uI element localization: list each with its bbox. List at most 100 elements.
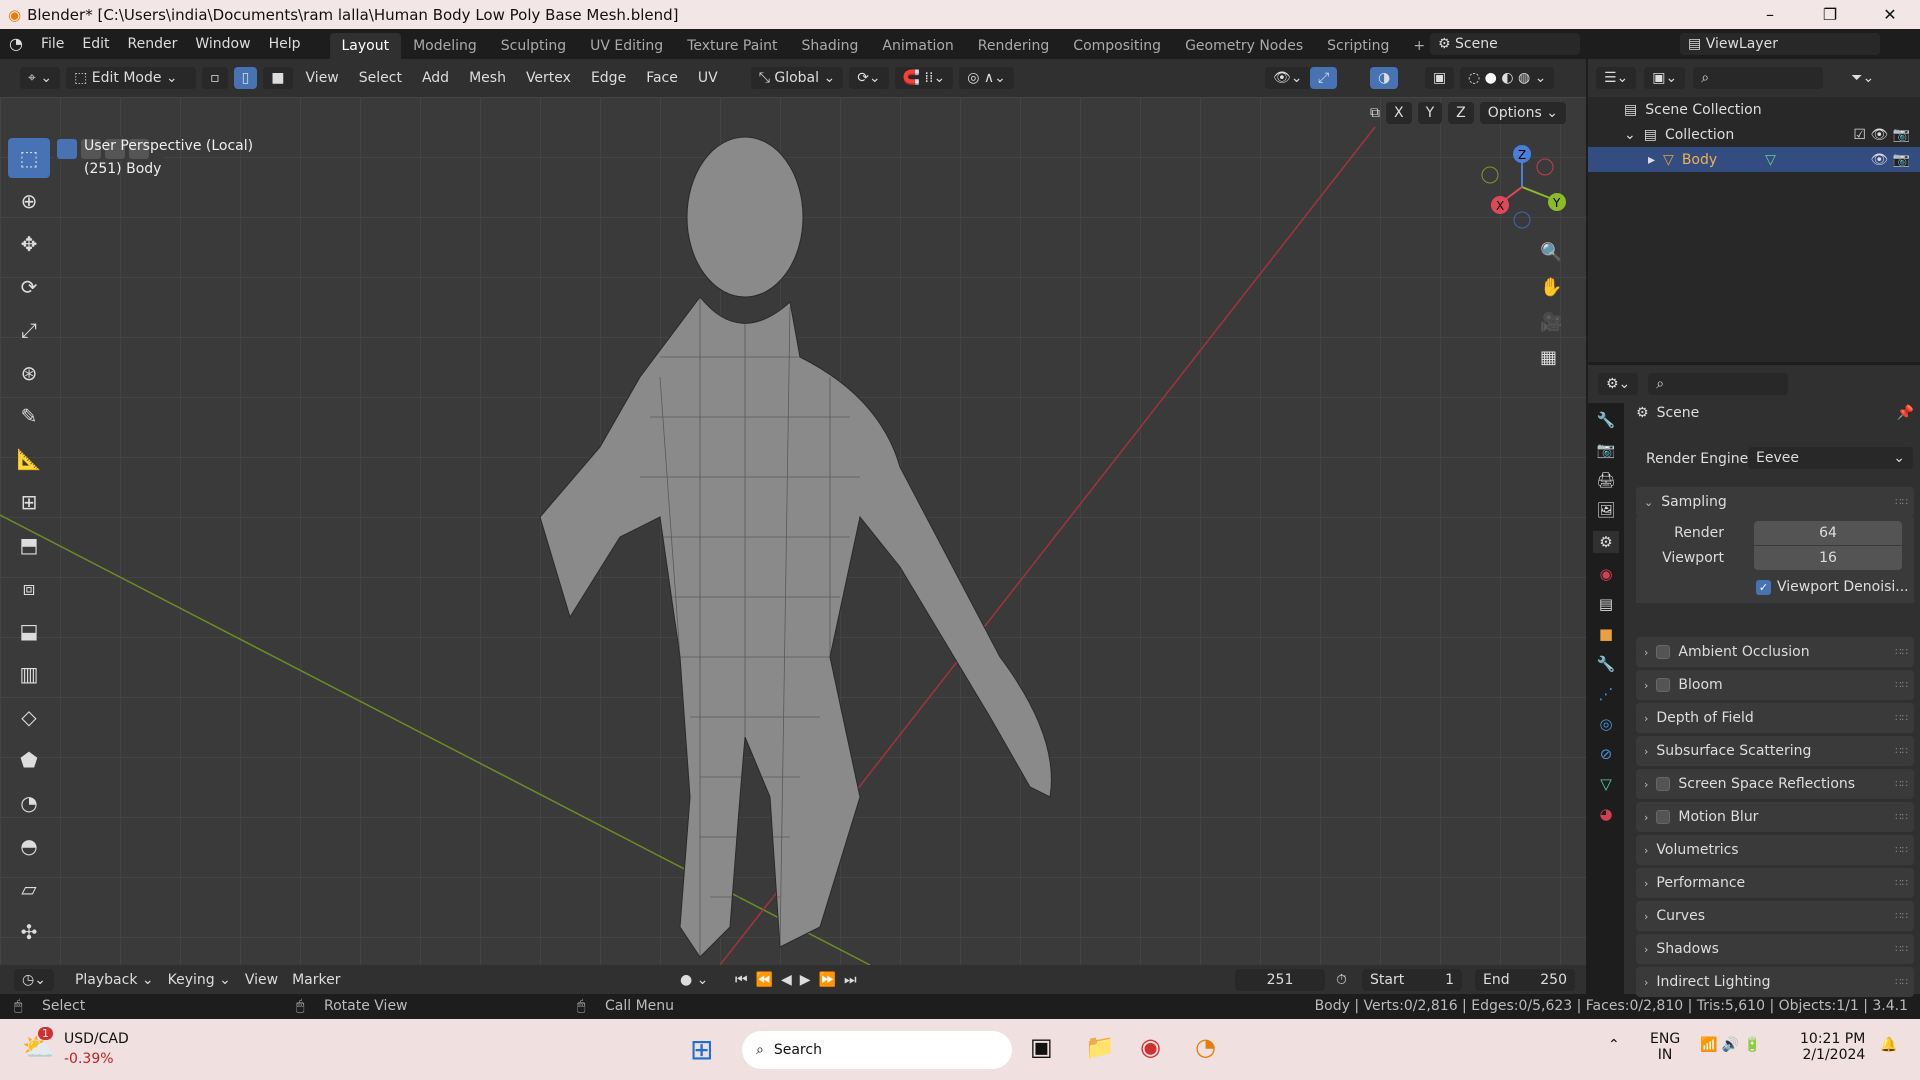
menu-edge[interactable]: Edge — [584, 70, 633, 86]
drag-handle-icon[interactable]: ∷∷ — [1895, 878, 1908, 889]
menu-mesh[interactable]: Mesh — [462, 70, 513, 86]
vertex-select-button[interactable]: ▫ — [202, 67, 228, 89]
xray-toggle[interactable]: ▣ — [1425, 67, 1455, 89]
close-button[interactable]: ✕ — [1860, 0, 1920, 29]
move-tool[interactable]: ✥ — [8, 224, 50, 264]
panel-bloom[interactable]: › Bloom ∷∷ — [1636, 670, 1914, 700]
inset-tool[interactable]: ⧈ — [8, 568, 50, 608]
menu-view[interactable]: View — [299, 70, 346, 86]
notification-icon[interactable]: 🔔 — [1880, 1037, 1897, 1053]
collection-row[interactable]: ⌄ ▤ Collection ☑ 👁 📷 — [1588, 122, 1920, 147]
tray-chevron-icon[interactable]: ⌃ — [1608, 1037, 1620, 1053]
drag-handle-icon[interactable]: ∷∷ — [1895, 911, 1908, 922]
editor-type-button[interactable]: ⌖ ⌄ — [20, 67, 61, 89]
tab-rendering[interactable]: Rendering — [966, 33, 1062, 59]
panel-volumetrics[interactable]: › Volumetrics ∷∷ — [1636, 835, 1914, 865]
render-samples-field[interactable]: 64 — [1754, 521, 1902, 545]
tab-uv-editing[interactable]: UV Editing — [578, 33, 675, 59]
menu-timeline-view[interactable]: View — [238, 972, 285, 988]
minimize-button[interactable]: – — [1740, 0, 1800, 29]
menu-help[interactable]: Help — [260, 29, 310, 59]
drag-handle-icon[interactable]: ∷∷ — [1895, 746, 1908, 757]
shrink-fatten-tool[interactable]: ✣ — [8, 912, 50, 952]
menu-edit[interactable]: Edit — [73, 29, 118, 59]
file-explorer-icon[interactable]: 📁 — [1085, 1033, 1115, 1061]
overlay-toggle[interactable]: ◑ — [1370, 67, 1399, 89]
outliner-editor-type[interactable]: ☰⌄ — [1596, 67, 1637, 89]
drag-handle-icon[interactable]: ∷∷ — [1895, 944, 1908, 955]
menu-vertex[interactable]: Vertex — [519, 70, 578, 86]
extrude-tool[interactable]: ⬒ — [8, 525, 50, 565]
physics-tab-icon[interactable]: ◎ — [1599, 715, 1612, 733]
playback-controls[interactable]: ⏮⏪◀▶⏩⏭ — [735, 972, 865, 988]
modifier-tab-icon[interactable]: 🔧 — [1597, 655, 1616, 673]
camera-view-icon[interactable]: 🎥 — [1540, 312, 1562, 333]
visibility-button[interactable]: 👁⌄ — [1265, 67, 1311, 89]
render-engine-dropdown[interactable]: Eevee ⌄ — [1748, 447, 1913, 469]
pan-hand-icon[interactable]: ✋ — [1540, 277, 1562, 298]
body-visibility-icons[interactable]: 👁 📷 — [1870, 152, 1910, 168]
view-layer-tab-icon[interactable]: 🖼 — [1596, 501, 1615, 519]
drag-handle-icon[interactable]: ∷∷ — [1895, 845, 1908, 856]
timeline-editor-type[interactable]: ◷⌄ — [14, 968, 54, 991]
outliner-search[interactable]: ⌕ — [1693, 67, 1824, 89]
panel-enable-checkbox[interactable] — [1656, 810, 1671, 824]
menu-playback[interactable]: Playback ⌄ — [68, 972, 161, 988]
options-button[interactable]: Options ⌄ — [1479, 102, 1566, 124]
edge-select-button[interactable]: ▯ — [233, 67, 258, 89]
chrome-icon[interactable]: ◉ — [1140, 1033, 1161, 1061]
particles-tab-icon[interactable]: ⋰ — [1599, 685, 1614, 703]
panel-performance[interactable]: › Performance ∷∷ — [1636, 868, 1914, 898]
language-indicator[interactable]: ENG IN — [1650, 1031, 1680, 1063]
tab-compositing[interactable]: Compositing — [1061, 33, 1173, 59]
mirror-x[interactable]: X — [1386, 102, 1412, 124]
panel-enable-checkbox[interactable] — [1656, 777, 1671, 791]
maximize-button[interactable]: ❐ — [1800, 0, 1860, 29]
menu-uv[interactable]: UV — [691, 70, 725, 86]
pivot-button[interactable]: ⟳⌄ — [849, 67, 889, 89]
constraints-tab-icon[interactable]: ⊘ — [1600, 745, 1613, 763]
proportional-edit-button[interactable]: ◎ ∧⌄ — [959, 67, 1014, 89]
transform-tool[interactable]: ⊛ — [8, 353, 50, 393]
mode-selector[interactable]: ⬚ Edit Mode ⌄ — [66, 67, 197, 89]
tab-geometry-nodes[interactable]: Geometry Nodes — [1173, 33, 1315, 59]
drag-handle-icon[interactable]: ∷∷ — [1895, 713, 1908, 724]
tab-animation[interactable]: Animation — [870, 33, 965, 59]
tab-scripting[interactable]: Scripting — [1315, 33, 1401, 59]
panel-subsurface-scattering[interactable]: › Subsurface Scattering ∷∷ — [1636, 736, 1914, 766]
tool-tab-icon[interactable]: 🔧 — [1597, 411, 1616, 429]
shading-modes[interactable]: ◌ ● ◐ ◍ ⌄ — [1460, 67, 1555, 89]
viewport-samples-field[interactable]: 16 — [1754, 546, 1902, 570]
panel-screen-space-reflections[interactable]: › Screen Space Reflections ∷∷ — [1636, 769, 1914, 799]
orientation-selector[interactable]: ⤡ Global ⌄ — [750, 67, 844, 89]
menu-add[interactable]: Add — [415, 70, 456, 86]
start-button[interactable]: ⊞ — [690, 1033, 713, 1066]
object-tab-icon[interactable]: ■ — [1599, 625, 1613, 643]
menu-marker[interactable]: Marker — [285, 972, 347, 988]
task-view-icon[interactable]: ▣ — [1030, 1033, 1053, 1061]
properties-editor-type[interactable]: ⚙⌄ — [1598, 373, 1639, 395]
edge-slide-tool[interactable]: ▱ — [8, 869, 50, 909]
start-frame-field[interactable]: Start 1 — [1362, 968, 1462, 991]
smooth-tool[interactable]: ◓ — [8, 826, 50, 866]
ticker-label[interactable]: USD/CAD — [64, 1031, 129, 1047]
poly-build-tool[interactable]: ⬟ — [8, 740, 50, 780]
measure-tool[interactable]: 📐 — [8, 439, 50, 479]
menu-select[interactable]: Select — [352, 70, 409, 86]
viewport-denoising-checkbox[interactable]: ✓ Viewport Denoisi... — [1756, 579, 1909, 595]
navigation-gizmo[interactable]: Z Y X — [1470, 142, 1580, 232]
panel-indirect-lighting[interactable]: › Indirect Lighting ∷∷ — [1636, 967, 1914, 997]
tab-texture-paint[interactable]: Texture Paint — [675, 33, 789, 59]
collection-visibility-icons[interactable]: ☑ 👁 📷 — [1853, 127, 1910, 143]
tab-layout[interactable]: Layout — [329, 33, 402, 59]
cursor-tool[interactable]: ⊕ — [8, 181, 50, 221]
scene-selector[interactable]: ⚙ Scene — [1430, 33, 1580, 55]
tab-sculpting[interactable]: Sculpting — [489, 33, 578, 59]
world-tab-icon[interactable]: ◉ — [1599, 565, 1612, 583]
collection-tab-icon[interactable]: ▤ — [1599, 595, 1613, 613]
add-cube-tool[interactable]: ⊞ — [8, 482, 50, 522]
loop-cut-tool[interactable]: ▥ — [8, 654, 50, 694]
select-box-tool[interactable]: ⬚ — [8, 138, 50, 178]
menu-file[interactable]: File — [32, 29, 73, 59]
blender-menu-icon[interactable]: ◔ — [0, 29, 32, 59]
